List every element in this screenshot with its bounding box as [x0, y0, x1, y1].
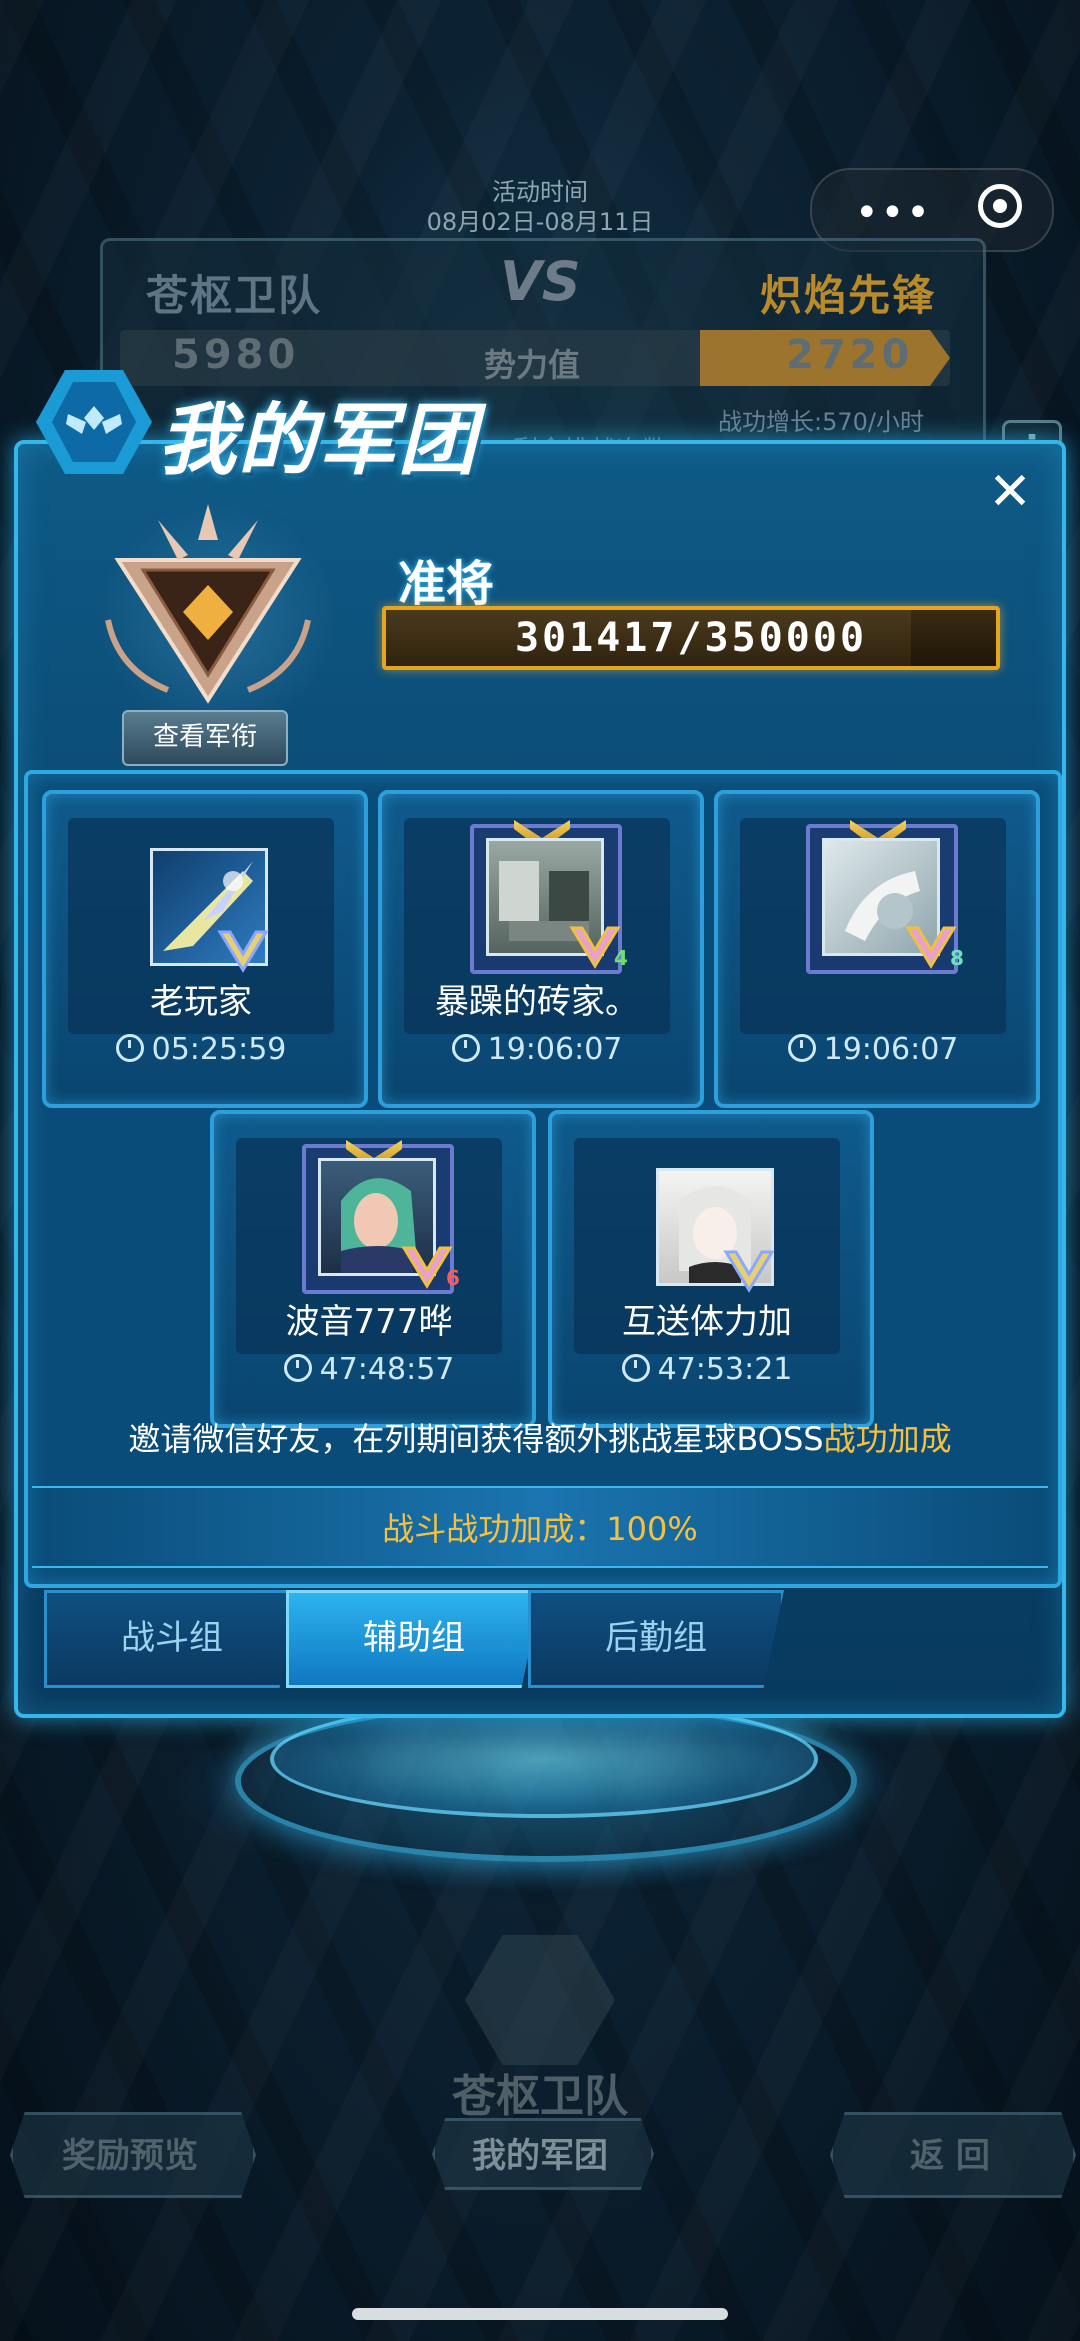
clock-icon — [787, 1034, 816, 1062]
slot-timer: 47:53:21 — [552, 1352, 862, 1387]
slot-name: 暴躁的砖家。 — [435, 982, 639, 1022]
back-button[interactable]: 返 回 — [830, 2128, 1070, 2177]
slot-name: 波音777晔 — [285, 1302, 453, 1342]
assist-slot-4[interactable]: 6 波音777晔 47:48:57 — [210, 1110, 536, 1428]
growth-rate: 战功增长:570/小时 — [718, 408, 924, 436]
rank-name: 准将 — [398, 556, 495, 612]
bonus-text: 战斗战功加成：100% — [382, 1510, 698, 1548]
assist-slot-5[interactable]: 互送体力加 47:53:21 — [548, 1110, 874, 1428]
clock-icon — [621, 1354, 650, 1382]
assist-slot-1[interactable]: 老玩家 05:25:59 — [42, 790, 368, 1108]
dialog-title: 我的军团 — [158, 396, 479, 486]
slot-timer: 47:48:57 — [214, 1352, 524, 1387]
slot-timer: 05:25:59 — [46, 1032, 356, 1067]
invite-description: 邀请微信好友，在列期间获得额外挑战星球BOSS战功加成 — [128, 1420, 952, 1458]
clock-icon — [115, 1034, 144, 1062]
assist-slot-2[interactable]: 4 暴躁的砖家。 19:06:07 — [378, 790, 704, 1108]
clock-icon — [451, 1034, 480, 1062]
team-left-name: 苍枢卫队 — [146, 271, 323, 320]
vip-level: 4 — [614, 946, 628, 970]
activity-time-range: 08月02日-08月11日 — [426, 208, 654, 236]
legion-emblem-icon — [36, 370, 152, 474]
v-badge-icon — [723, 1250, 775, 1293]
slot-name: 老玩家 — [150, 982, 252, 1022]
rank-progress-bar: 301417/350000 — [382, 606, 1000, 670]
view-rank-button[interactable]: 查看军衔 — [122, 710, 288, 766]
vip-level: 8 — [950, 946, 964, 970]
tab-logistics[interactable]: 后勤组 — [528, 1590, 784, 1688]
slot-timer: 19:06:07 — [382, 1032, 692, 1067]
slot-name: 互送体力加 — [622, 1302, 792, 1342]
slot-timer: 19:06:07 — [718, 1032, 1028, 1067]
tab-support[interactable]: 辅助组 — [286, 1590, 542, 1688]
dialog-header: 我的军团 — [30, 370, 550, 486]
tab-combat[interactable]: 战斗组 — [44, 1590, 300, 1688]
assist-slot-3[interactable]: 8 19:06:07 — [714, 790, 1040, 1108]
vs-label: VS — [500, 250, 581, 313]
close-x-icon[interactable]: ✕ — [980, 462, 1040, 522]
v-badge-icon — [217, 930, 269, 973]
reward-preview-button[interactable]: 奖励预览 — [10, 2128, 250, 2177]
home-indicator — [352, 2308, 728, 2320]
my-legion-button[interactable]: 我的军团 — [432, 2128, 648, 2177]
rank-progress-text: 301417/350000 — [514, 615, 868, 661]
clock-icon — [283, 1354, 312, 1382]
rank-badge-icon — [105, 504, 311, 704]
team-right-name: 炽焰先锋 — [760, 271, 937, 320]
vip-level: 6 — [446, 1266, 460, 1290]
power-right-value: 2720 — [786, 332, 914, 378]
